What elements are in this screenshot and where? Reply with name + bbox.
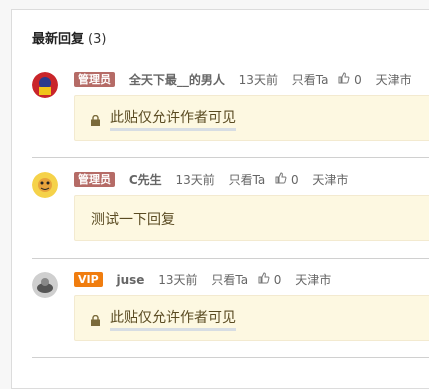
- username-link[interactable]: 全天下最__的男人: [129, 71, 225, 89]
- reply-meta: 管理员 全天下最__的男人 13天前 只看Ta 0 天津市: [74, 70, 422, 88]
- username-link[interactable]: C先生: [129, 171, 162, 189]
- like-button[interactable]: 0: [258, 271, 281, 289]
- like-button[interactable]: 0: [338, 71, 362, 89]
- reply-content: 此贴仅允许作者可见: [74, 95, 429, 141]
- like-count: 0: [354, 72, 362, 87]
- post-time: 13天前: [238, 72, 278, 87]
- post-time: 13天前: [158, 272, 198, 287]
- thumbs-up-icon: [258, 271, 270, 283]
- latest-replies-panel: 最新回复(3) 管理员 全天下最__的男人 13天前 只看Ta 0 天津市 此: [11, 9, 429, 389]
- thumbs-up-icon: [275, 171, 287, 183]
- role-badge: 管理员: [74, 72, 115, 87]
- reply-meta: 管理员 C先生 13天前 只看Ta 0 天津市: [74, 170, 358, 188]
- divider: [32, 157, 429, 158]
- reply-text: 测试一下回复: [91, 212, 175, 228]
- location: 天津市: [312, 172, 349, 187]
- username-link[interactable]: juse: [117, 271, 145, 289]
- section-title: 最新回复 (3): [32, 28, 106, 47]
- lock-icon: [91, 315, 100, 326]
- location: 天津市: [295, 272, 332, 287]
- reply-text: 此贴仅允许作者可见: [110, 110, 236, 131]
- post-time: 13天前: [175, 172, 215, 187]
- avatar[interactable]: [32, 272, 58, 298]
- avatar[interactable]: [32, 72, 58, 98]
- divider: [32, 258, 429, 259]
- like-count: 0: [273, 272, 282, 287]
- reply-count: (3): [88, 32, 107, 47]
- vip-badge: VIP: [74, 272, 103, 287]
- reply-meta: VIP juse 13天前 只看Ta 0 天津市: [74, 270, 341, 288]
- reply-text: 此贴仅允许作者可见: [110, 310, 236, 331]
- divider: [32, 357, 429, 358]
- avatar[interactable]: [32, 172, 58, 198]
- reply-content: 测试一下回复: [74, 195, 429, 241]
- role-badge: 管理员: [74, 172, 115, 187]
- only-ta-link[interactable]: 只看Ta: [229, 171, 266, 189]
- section-title-text: 最新回复: [32, 32, 85, 47]
- only-ta-link[interactable]: 只看Ta: [211, 271, 248, 289]
- thumbs-up-icon: [338, 71, 350, 83]
- lock-icon: [91, 115, 100, 126]
- like-button[interactable]: 0: [275, 171, 299, 189]
- reply-content: 此贴仅允许作者可见: [74, 295, 429, 341]
- like-count: 0: [290, 172, 299, 187]
- location: 天津市: [375, 72, 412, 87]
- only-ta-link[interactable]: 只看Ta: [292, 71, 329, 89]
